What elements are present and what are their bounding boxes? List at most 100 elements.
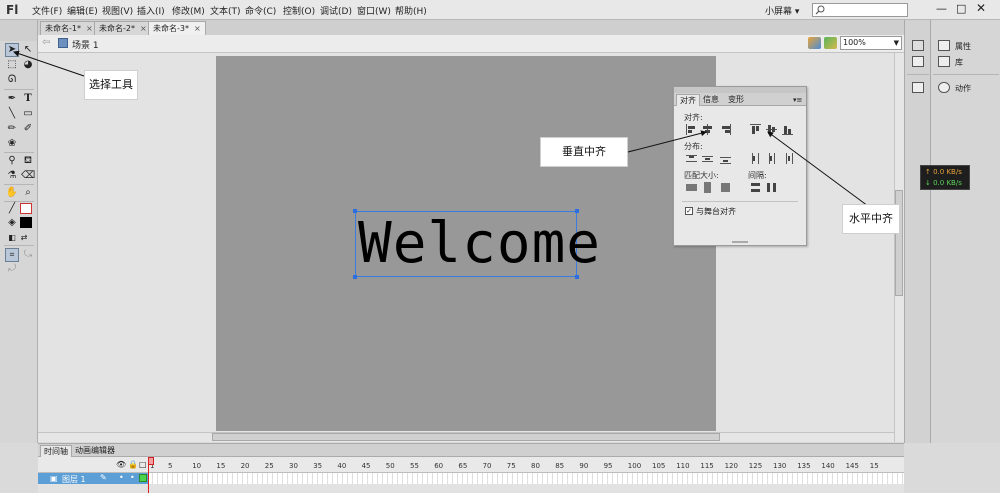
stroke-color-icon[interactable]: ╱ (5, 202, 19, 216)
subselection-tool-icon[interactable]: ↖ (21, 43, 35, 57)
align-bottom-icon[interactable] (782, 124, 793, 135)
close-icon[interactable]: × (194, 24, 201, 33)
align-to-stage-label[interactable]: 与舞台对齐 (696, 206, 736, 217)
fill-color-swatch[interactable] (20, 217, 32, 228)
horizontal-scroll-thumb[interactable] (212, 433, 720, 441)
menu-modify[interactable]: 修改(M) (172, 4, 205, 17)
align-left-icon[interactable] (686, 124, 697, 135)
visible-dot[interactable]: • (119, 473, 124, 482)
layer-color-swatch[interactable] (139, 474, 147, 482)
menu-debug[interactable]: 调试(D) (320, 4, 352, 17)
selection-handle[interactable] (353, 275, 357, 279)
tab-motion-editor[interactable]: 动画编辑器 (72, 445, 118, 457)
lock-layers-icon[interactable]: 🔒 (128, 460, 138, 469)
tab-transform[interactable]: 变形 (725, 94, 747, 106)
menu-view[interactable]: 视图(V) (102, 4, 133, 17)
distribute-left-icon[interactable] (750, 153, 761, 164)
distribute-top-icon[interactable] (686, 153, 697, 164)
zoom-select[interactable]: 100% ▼ (840, 36, 902, 50)
back-arrow-icon[interactable]: ⇦ (42, 37, 50, 48)
match-width-icon[interactable] (686, 182, 697, 193)
zoom-tool-icon[interactable]: ⌕ (21, 186, 35, 200)
swatches-panel-icon[interactable] (912, 56, 924, 67)
line-tool-icon[interactable]: ╲ (5, 107, 19, 121)
library-panel-label[interactable]: 库 (955, 57, 963, 68)
menu-window[interactable]: 窗口(W) (357, 4, 391, 17)
close-icon[interactable]: × (86, 24, 93, 33)
selection-handle[interactable] (353, 209, 357, 213)
show-hide-layers-icon[interactable]: 👁 (116, 460, 126, 469)
deco-tool-icon[interactable]: ❀ (5, 137, 19, 151)
edit-scene-icon[interactable] (824, 37, 837, 49)
align-top-icon[interactable] (750, 124, 761, 135)
pen-tool-icon[interactable]: ✒ (5, 92, 19, 106)
layer-row[interactable]: ▣ 图层 1 ✎ • • (38, 473, 148, 484)
eraser-tool-icon[interactable]: ⌫ (21, 169, 35, 183)
minimize-button[interactable]: — (936, 2, 947, 15)
layer-name[interactable]: 图层 1 (62, 474, 86, 485)
space-evenly-horizontal-icon[interactable] (766, 182, 777, 193)
menu-file[interactable]: 文件(F) (32, 4, 62, 17)
distribute-bottom-icon[interactable] (720, 153, 731, 164)
tab-timeline[interactable]: 时间轴 (40, 445, 72, 457)
pencil-tool-icon[interactable]: ✏ (5, 122, 19, 136)
distribute-horizontal-center-icon[interactable] (766, 153, 777, 164)
match-height-icon[interactable] (702, 182, 713, 193)
distribute-vertical-center-icon[interactable] (702, 153, 713, 164)
help-search-input[interactable] (812, 3, 908, 17)
align-horizontal-center-icon[interactable] (702, 124, 713, 135)
close-button[interactable]: ✕ (976, 1, 986, 15)
menu-text[interactable]: 文本(T) (210, 4, 241, 17)
panel-resize-grip[interactable] (732, 241, 748, 243)
tab-document-1[interactable]: 未命名-1* × (40, 21, 98, 35)
menu-commands[interactable]: 命令(C) (245, 4, 276, 17)
menu-insert[interactable]: 插入(I) (137, 4, 165, 17)
swap-colors-icon[interactable]: ⇄ (17, 231, 31, 245)
actions-panel-label[interactable]: 动作 (955, 83, 971, 94)
align-to-stage-checkbox[interactable]: ✓ (685, 207, 693, 215)
align-vertical-center-icon[interactable] (766, 124, 777, 135)
lock-dot[interactable]: • (130, 473, 135, 482)
selection-tool-icon[interactable]: ➤ (5, 43, 19, 57)
panel-menu-icon[interactable]: ▾≡ (790, 94, 805, 106)
space-evenly-vertical-icon[interactable] (750, 182, 761, 193)
tab-info[interactable]: 信息 (700, 94, 722, 106)
stroke-color-swatch[interactable] (20, 203, 32, 214)
color-panel-icon[interactable] (912, 40, 924, 51)
menu-edit[interactable]: 编辑(E) (67, 4, 98, 17)
rectangle-tool-icon[interactable]: ▭ (21, 107, 35, 121)
frame-cells[interactable] (148, 473, 904, 484)
tab-document-3[interactable]: 未命名-3* × (148, 21, 206, 35)
library-panel-icon[interactable] (938, 56, 950, 67)
brush-tool-icon[interactable]: ✐ (21, 122, 35, 136)
eyedropper-tool-icon[interactable]: ⚗ (5, 169, 19, 183)
free-transform-tool-icon[interactable]: ⬚ (5, 58, 19, 72)
snap-to-objects-icon[interactable]: ⌗ (5, 248, 19, 262)
maximize-button[interactable]: □ (956, 2, 966, 15)
smooth-icon[interactable]: ⤿ (21, 248, 35, 262)
match-width-height-icon[interactable] (720, 182, 731, 193)
actions-panel-icon[interactable] (938, 82, 950, 93)
3d-rotation-tool-icon[interactable]: ◕ (21, 58, 35, 72)
edit-symbols-icon[interactable] (808, 37, 821, 49)
close-icon[interactable]: × (140, 24, 147, 33)
properties-panel-icon[interactable] (938, 40, 950, 51)
workspace-switcher[interactable]: 小屏幕 ▾ (765, 4, 799, 17)
menu-help[interactable]: 帮助(H) (395, 4, 427, 17)
tab-document-2[interactable]: 未命名-2* × (94, 21, 152, 35)
distribute-right-icon[interactable] (782, 153, 793, 164)
text-tool-icon[interactable]: T (21, 92, 35, 106)
align-right-icon[interactable] (720, 124, 731, 135)
properties-panel-label[interactable]: 属性 (955, 41, 971, 52)
align-panel-icon[interactable] (912, 82, 924, 93)
frame-ruler[interactable]: 👁 🔒 □ 1 5 10 15 20 25 30 35 40 45 50 55 60 65 70 75 80 85… (38, 457, 904, 473)
hand-tool-icon[interactable]: ✋ (5, 186, 19, 200)
paint-bucket-tool-icon[interactable]: ⛾ (21, 154, 35, 168)
lasso-tool-icon[interactable]: ᘏ (5, 73, 19, 87)
menu-control[interactable]: 控制(O) (283, 4, 315, 17)
outline-layers-icon[interactable]: □ (139, 460, 147, 469)
stage-text[interactable]: Welcome (358, 214, 601, 274)
bone-tool-icon[interactable]: ⚲ (5, 154, 19, 168)
fill-color-icon[interactable]: ◈ (5, 216, 19, 230)
straighten-icon[interactable]: ⤾ (5, 262, 19, 276)
